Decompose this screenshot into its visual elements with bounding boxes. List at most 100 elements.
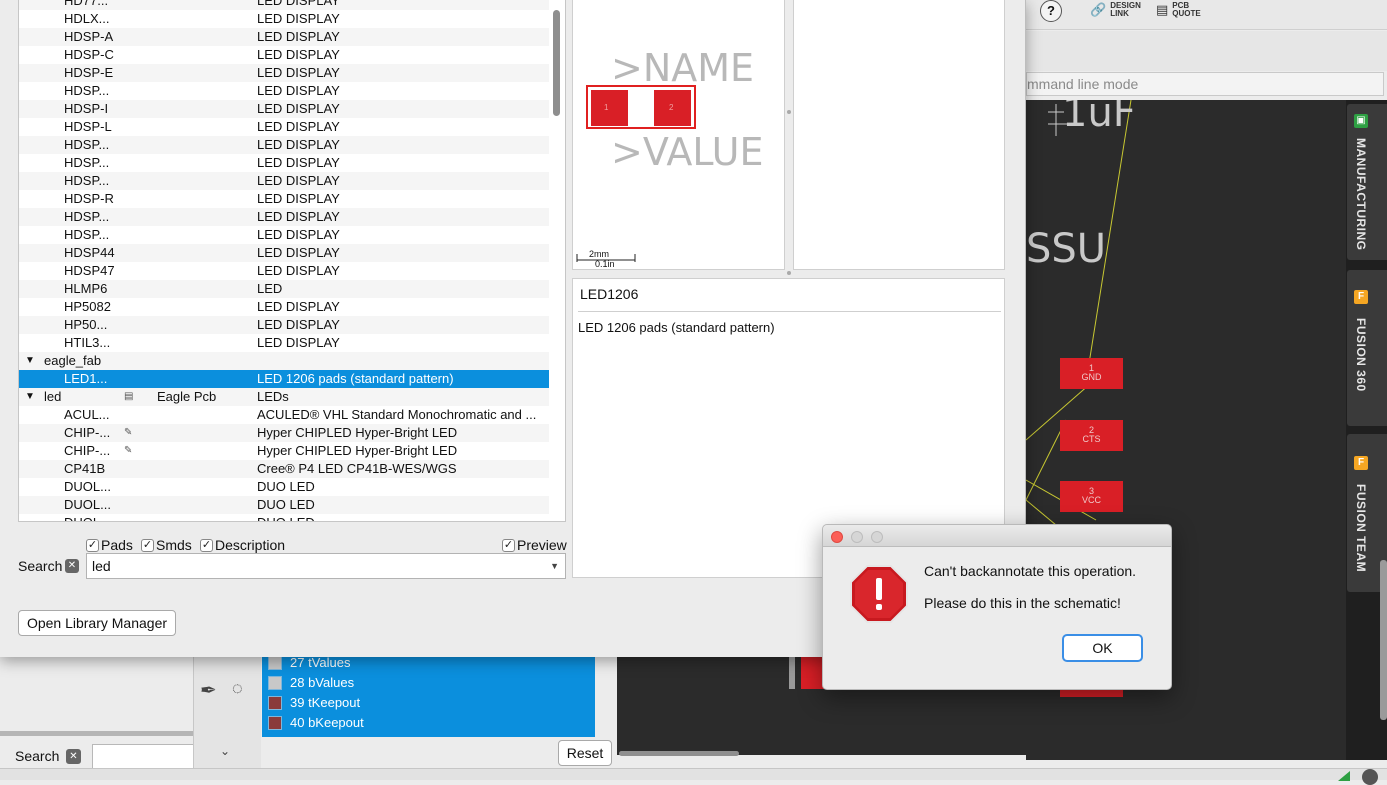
device-row[interactable]: HDSP-C LED DISPLAY <box>19 46 549 64</box>
help-button[interactable]: ? <box>1040 0 1062 22</box>
row-name: CHIP-... <box>64 443 111 458</box>
device-row[interactable]: HDSP... LED DISPLAY <box>19 172 549 190</box>
row-name: HP50... <box>64 317 108 332</box>
scale-mm-label: 2mm <box>589 249 609 259</box>
device-row[interactable]: DUOL... DUO LED <box>19 496 549 514</box>
tab-fusion-360[interactable]: F FUSION 360 <box>1347 270 1387 426</box>
splitter-handle[interactable] <box>787 271 791 275</box>
device-row[interactable]: HTIL3... LED DISPLAY <box>19 334 549 352</box>
design-link-button[interactable]: 🔗 DESIGN LINK <box>1090 2 1146 18</box>
device-row[interactable]: HDSP... LED DISPLAY <box>19 154 549 172</box>
library-group-row[interactable]: ▼ eagle_fab <box>19 352 549 370</box>
description-checkbox[interactable]: ✓ Description <box>200 537 285 553</box>
search-input[interactable]: led ▼ <box>86 553 566 579</box>
info-icon[interactable] <box>1362 769 1378 785</box>
fusion-icon: F <box>1354 290 1368 304</box>
preview-checkbox[interactable]: ✓ Preview <box>502 537 567 553</box>
symbol-preview <box>793 0 1005 270</box>
dotted-circle-icon[interactable]: ◌ <box>232 678 243 699</box>
close-window-icon[interactable] <box>831 531 843 543</box>
clear-icon[interactable]: ✕ <box>66 749 81 764</box>
device-row[interactable]: CP41B Cree® P4 LED CP41B-WES/WGS <box>19 460 549 478</box>
row-name: HLMP6 <box>64 281 108 296</box>
row-name: HDSP... <box>64 137 110 152</box>
row-description: LED DISPLAY <box>257 317 340 332</box>
chevron-down-icon[interactable]: ▼ <box>550 554 559 578</box>
device-row[interactable]: LED1... LED 1206 pads (standard pattern) <box>19 370 549 388</box>
pads-checkbox[interactable]: ✓ Pads <box>86 537 133 553</box>
device-row[interactable]: HDSP-E LED DISPLAY <box>19 64 549 82</box>
layer-swatch <box>268 696 282 710</box>
device-row[interactable]: HDSP... LED DISPLAY <box>19 82 549 100</box>
open-library-manager-button[interactable]: Open Library Manager <box>18 610 176 636</box>
row-name: HDSP... <box>64 209 110 224</box>
pad-name: GND <box>1081 372 1102 382</box>
paint-icon[interactable]: ✒ <box>200 678 217 703</box>
command-line-input[interactable]: mmand line mode <box>1026 72 1384 96</box>
pcb-quote-label: PCB QUOTE <box>1172 1 1201 18</box>
device-row[interactable]: HD77... LED DISPLAY <box>19 0 549 10</box>
reset-button[interactable]: Reset <box>558 740 612 766</box>
check-icon: ✓ <box>141 538 154 552</box>
layer-list[interactable]: 27 tValues 28 bValues 39 tKeepout 40 bKe… <box>262 655 595 737</box>
layer-swatch <box>268 656 282 670</box>
device-row[interactable]: CHIP-... ✎ Hyper CHIPLED Hyper-Bright LED <box>19 424 549 442</box>
smds-checkbox[interactable]: ✓ Smds <box>141 537 192 553</box>
expand-triangle-icon[interactable]: ▼ <box>25 352 35 370</box>
layer-label: 28 bValues <box>290 675 355 690</box>
pad-gnd[interactable]: 1 GND <box>1060 358 1123 389</box>
layer-row[interactable]: 28 bValues <box>262 673 595 693</box>
capacitor-value-text: 1uF <box>1062 100 1136 136</box>
device-row[interactable]: HDSP-R LED DISPLAY <box>19 190 549 208</box>
device-row[interactable]: HDSP-I LED DISPLAY <box>19 100 549 118</box>
ok-button[interactable]: OK <box>1062 634 1143 662</box>
library-group-row[interactable]: ▼ led ▤ Eagle Pcb LEDs <box>19 388 549 406</box>
layer-row[interactable]: 40 bKeepout <box>262 713 595 733</box>
device-row[interactable]: HP50... LED DISPLAY <box>19 316 549 334</box>
device-row[interactable]: HDSP44 LED DISPLAY <box>19 244 549 262</box>
expand-down-icon[interactable]: ⌄ <box>220 744 230 758</box>
device-row[interactable]: HDSP47 LED DISPLAY <box>19 262 549 280</box>
device-row[interactable]: HP5082 LED DISPLAY <box>19 298 549 316</box>
row-name: HDSP-C <box>64 47 114 62</box>
device-row[interactable]: HDSP-A LED DISPLAY <box>19 28 549 46</box>
tree-scrollbar[interactable] <box>553 10 560 116</box>
layer-row[interactable]: 39 tKeepout <box>262 693 595 713</box>
expand-triangle-icon[interactable]: ▼ <box>25 388 35 406</box>
canvas-hscroll[interactable] <box>619 751 739 756</box>
alert-dialog: Can't backannotate this operation. Pleas… <box>822 524 1172 690</box>
tab-manufacturing[interactable]: ▣ MANUFACTURING <box>1347 104 1387 260</box>
library-tree[interactable]: HD77... LED DISPLAY HDLX... LED DISPLAY HDSP… <box>18 0 566 522</box>
row-name: HDSP-E <box>64 65 114 80</box>
row-name: HP5082 <box>64 299 111 314</box>
device-row[interactable]: HDLX... LED DISPLAY <box>19 10 549 28</box>
smds-label: Smds <box>156 537 192 553</box>
pad-vcc[interactable]: 3 VCC <box>1060 481 1123 512</box>
device-row[interactable]: DUOL... DUO LED <box>19 478 549 496</box>
device-row[interactable]: HLMP6 LED <box>19 280 549 298</box>
device-row[interactable]: HDSP... LED DISPLAY <box>19 208 549 226</box>
device-row[interactable]: HDSP... LED DISPLAY <box>19 226 549 244</box>
device-row[interactable]: DUOL... DUO LED <box>19 514 549 521</box>
device-row[interactable]: ACUL... ACULED® VHL Standard Monochromati… <box>19 406 549 424</box>
row-description: Hyper CHIPLED Hyper-Bright LED <box>257 425 458 440</box>
device-row[interactable]: HDSP-L LED DISPLAY <box>19 118 549 136</box>
layer-search-input[interactable] <box>92 744 194 770</box>
row-description: LED 1206 pads (standard pattern) <box>257 371 454 386</box>
board-vscroll[interactable] <box>1380 560 1387 720</box>
row-description: ACULED® VHL Standard Monochromatic and .… <box>257 407 537 422</box>
row-name: DUOL... <box>64 514 111 521</box>
pcb-quote-button[interactable]: ▤ PCB QUOTE <box>1156 2 1206 18</box>
row-name: HDSP... <box>64 227 110 242</box>
clear-icon[interactable]: ✕ <box>65 559 79 573</box>
splitter-handle[interactable] <box>787 110 791 114</box>
row-description: LED DISPLAY <box>257 137 340 152</box>
pad-cts[interactable]: 2 CTS <box>1060 420 1123 451</box>
pad-2-number: 2 <box>669 103 674 112</box>
row-name: HDSP... <box>64 83 110 98</box>
row-name: eagle_fab <box>44 353 102 368</box>
check-icon: ✓ <box>86 538 99 552</box>
device-row[interactable]: CHIP-... ✎ Hyper CHIPLED Hyper-Bright LED <box>19 442 549 460</box>
minimize-window-icon <box>851 531 863 543</box>
device-row[interactable]: HDSP... LED DISPLAY <box>19 136 549 154</box>
